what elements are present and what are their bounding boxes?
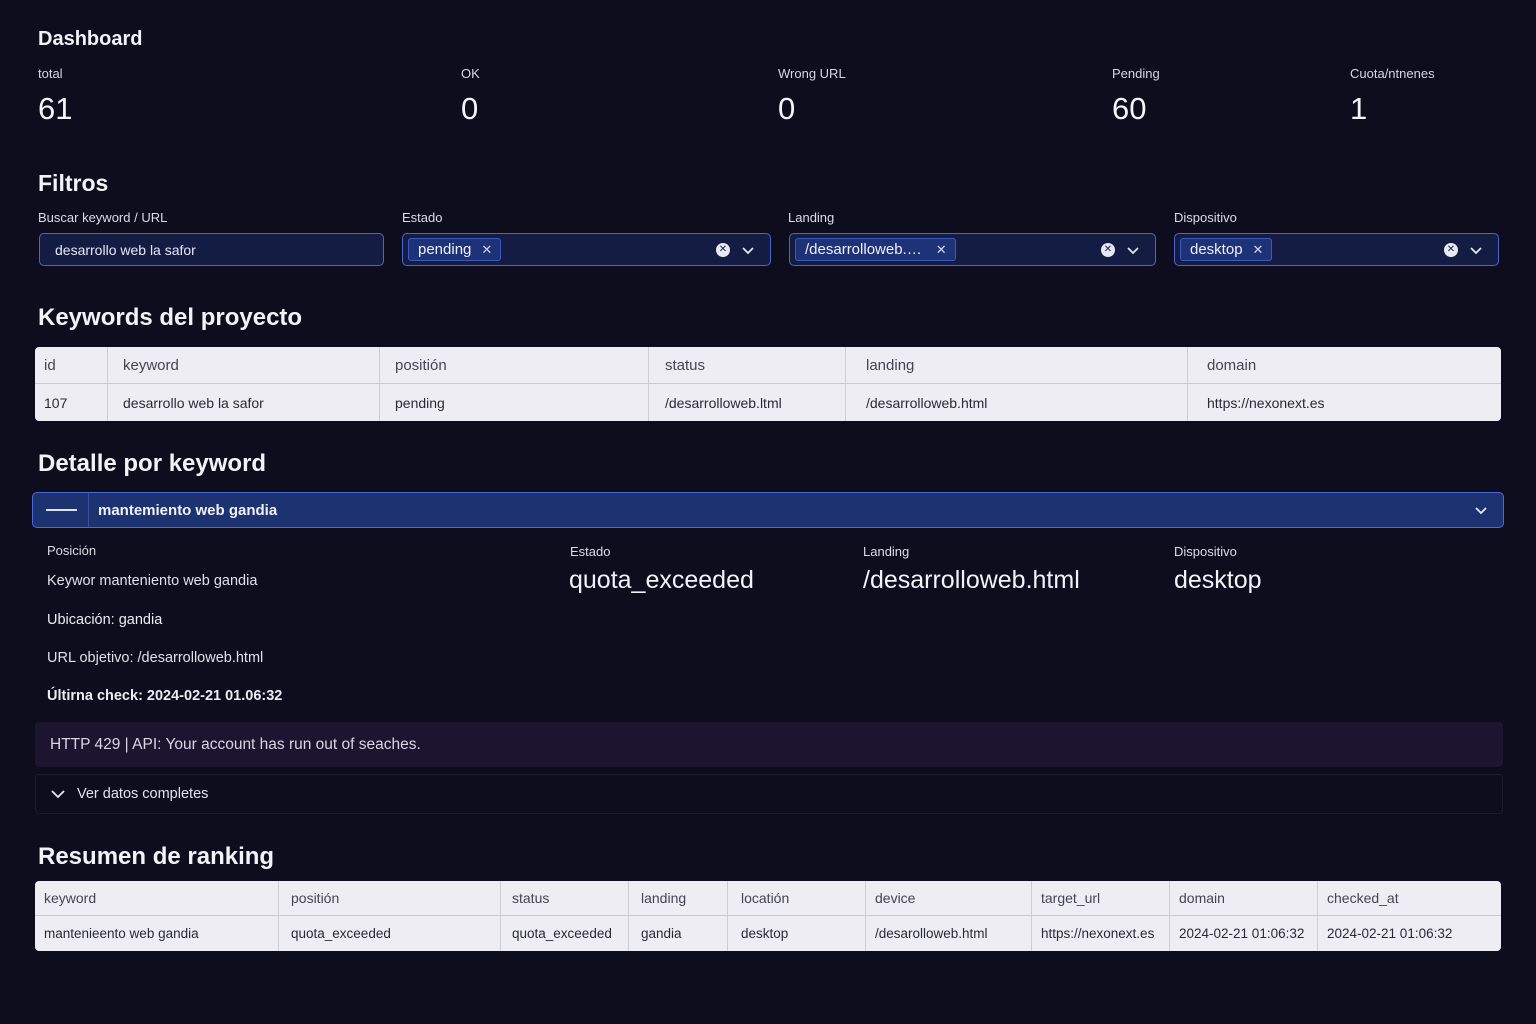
accordion-title: mantemiento web gandia xyxy=(98,501,278,519)
expander-label: Ver datos completes xyxy=(77,786,209,802)
clear-icon[interactable]: ✕ xyxy=(1101,242,1115,257)
clear-icon[interactable]: ✕ xyxy=(1444,242,1458,257)
table-cell: https://nexonext.es xyxy=(1032,916,1170,951)
metric-wrong-url: Wrong URL 0 xyxy=(778,66,846,127)
error-alert: HTTP 429 | API: Your account has run out… xyxy=(35,722,1503,767)
chip-remove-icon[interactable]: ✕ xyxy=(481,242,492,258)
metric-pending: Pending 60 xyxy=(1112,66,1160,127)
landing-detail-value: /desarrolloweb.html xyxy=(863,566,1080,594)
full-data-expander[interactable]: Ver datos completes xyxy=(35,774,1503,814)
table-cell: mantenieento web gandia xyxy=(35,916,279,951)
metric-label: Pending xyxy=(1112,66,1160,81)
column-header[interactable]: id xyxy=(35,347,108,383)
table-cell: quota_exceeded xyxy=(501,916,629,951)
minus-icon xyxy=(46,509,77,511)
dispositivo-detail-value: desktop xyxy=(1174,566,1262,594)
table-cell: quota_exceeded xyxy=(279,916,501,951)
table-row[interactable]: mantenieento web gandia quota_exceeded q… xyxy=(35,916,1501,951)
chip-label: /desarrolloweb.… xyxy=(805,241,922,258)
table-cell: gandia xyxy=(629,916,728,951)
ubicacion-line: Ubicación: gandia xyxy=(47,612,163,628)
metric-value: 1 xyxy=(1350,91,1368,126)
metric-label: Wrong URL xyxy=(778,66,846,81)
dispositivo-multiselect[interactable]: desktop ✕ ✕ xyxy=(1174,233,1499,266)
dispositivo-label: Dispositivo xyxy=(1174,210,1237,225)
chevron-down-icon[interactable] xyxy=(1125,242,1141,258)
column-header[interactable]: positión xyxy=(380,347,649,383)
metric-value: 60 xyxy=(1112,91,1147,126)
metric-ok: OK 0 xyxy=(461,66,480,127)
table-header-row: id keyword positión status landing domai… xyxy=(35,347,1501,384)
keyword-line: Keywor manteniento web gandia xyxy=(47,573,258,589)
estado-multiselect[interactable]: pending ✕ ✕ xyxy=(402,233,771,266)
chip-remove-icon[interactable]: ✕ xyxy=(936,242,947,258)
metric-label: Cuota/ntnenes xyxy=(1350,66,1435,81)
table-cell: /desarolloweb.html xyxy=(866,916,1032,951)
last-check-line: Últirna check: 2024-02-21 01.06:32 xyxy=(47,688,283,704)
column-header[interactable]: positión xyxy=(279,881,501,915)
metric-quota: Cuota/ntnenes 1 xyxy=(1350,66,1435,127)
table-cell: desarrollo web la safor xyxy=(108,384,380,421)
estado-chip: pending ✕ xyxy=(408,238,502,261)
clear-icon[interactable]: ✕ xyxy=(716,242,730,257)
metric-value: 61 xyxy=(38,91,73,126)
table-cell: 2024-02-21 01:06:32 xyxy=(1327,926,1453,941)
column-header[interactable]: landing xyxy=(629,881,728,915)
dispositivo-chip: desktop ✕ xyxy=(1180,238,1273,261)
table-cell: 107 xyxy=(35,384,108,421)
filters-title: Filtros xyxy=(38,170,109,196)
column-header[interactable]: checked_at xyxy=(1318,881,1501,915)
dashboard-title: Dashboard xyxy=(38,28,143,50)
column-header[interactable]: domain xyxy=(1170,881,1318,915)
chevron-down-icon xyxy=(51,790,65,799)
column-header[interactable]: landing xyxy=(846,347,1188,383)
search-label: Buscar keyword / URL xyxy=(38,210,168,225)
column-header[interactable]: status xyxy=(501,881,629,915)
column-header[interactable]: target_url xyxy=(1032,881,1170,915)
column-header[interactable]: status xyxy=(649,347,846,383)
search-input[interactable]: desarrollo web la safor xyxy=(39,233,384,266)
table-cell: 2024-02-21 01:06:32 xyxy=(1170,916,1318,951)
chip-remove-icon[interactable]: ✕ xyxy=(1253,242,1264,258)
landing-chip: /desarrolloweb.… ✕ xyxy=(795,238,956,261)
metric-total: total 61 xyxy=(38,66,72,127)
summary-table: keyword positión status landing locatión… xyxy=(35,881,1501,951)
table-header-row: keyword positión status landing locatión… xyxy=(35,881,1501,916)
landing-multiselect[interactable]: /desarrolloweb.… ✕ ✕ xyxy=(789,233,1156,266)
table-cell: /desarrolloweb.html xyxy=(846,384,1188,421)
estado-label: Estado xyxy=(402,210,443,225)
keyword-accordion[interactable]: mantemiento web gandia xyxy=(32,492,1504,528)
metric-label: OK xyxy=(461,66,480,81)
table-cell: /desarrolloweb.ltml xyxy=(649,384,846,421)
table-cell: desktop xyxy=(728,916,866,951)
column-header[interactable]: device xyxy=(866,881,1032,915)
posicion-label: Posición xyxy=(47,543,97,558)
summary-title: Resumen de ranking xyxy=(38,843,275,870)
table-cell: https://nexonext.es xyxy=(1207,394,1325,411)
divider xyxy=(88,493,89,527)
dispositivo-detail-label: Dispositivo xyxy=(1174,544,1237,559)
column-header[interactable]: keyword xyxy=(35,881,279,915)
chevron-down-icon[interactable] xyxy=(1473,502,1489,518)
column-header[interactable]: locatión xyxy=(728,881,866,915)
column-header[interactable]: domain xyxy=(1188,347,1501,383)
metric-label: total xyxy=(38,66,63,81)
chip-label: pending xyxy=(418,241,472,258)
url-objetivo-line: URL objetivo: /desarrolloweb.html xyxy=(47,650,264,666)
table-cell: pending xyxy=(380,384,649,421)
chevron-down-icon[interactable] xyxy=(1468,242,1484,258)
metric-value: 0 xyxy=(461,91,479,126)
chip-label: desktop xyxy=(1190,241,1243,258)
estado-detail-label: Estado xyxy=(570,544,611,559)
estado-detail-value: quota_exceeded xyxy=(569,566,754,594)
chevron-down-icon[interactable] xyxy=(740,242,756,258)
column-header[interactable]: keyword xyxy=(108,347,380,383)
keywords-table: id keyword positión status landing domai… xyxy=(35,347,1501,421)
detail-title: Detalle por keyword xyxy=(38,450,267,477)
landing-detail-label: Landing xyxy=(863,544,910,559)
keywords-title: Keywords del proyecto xyxy=(38,304,303,331)
landing-label: Landing xyxy=(788,210,835,225)
metric-value: 0 xyxy=(778,91,796,126)
table-row[interactable]: 107 desarrollo web la safor pending /des… xyxy=(35,384,1501,421)
